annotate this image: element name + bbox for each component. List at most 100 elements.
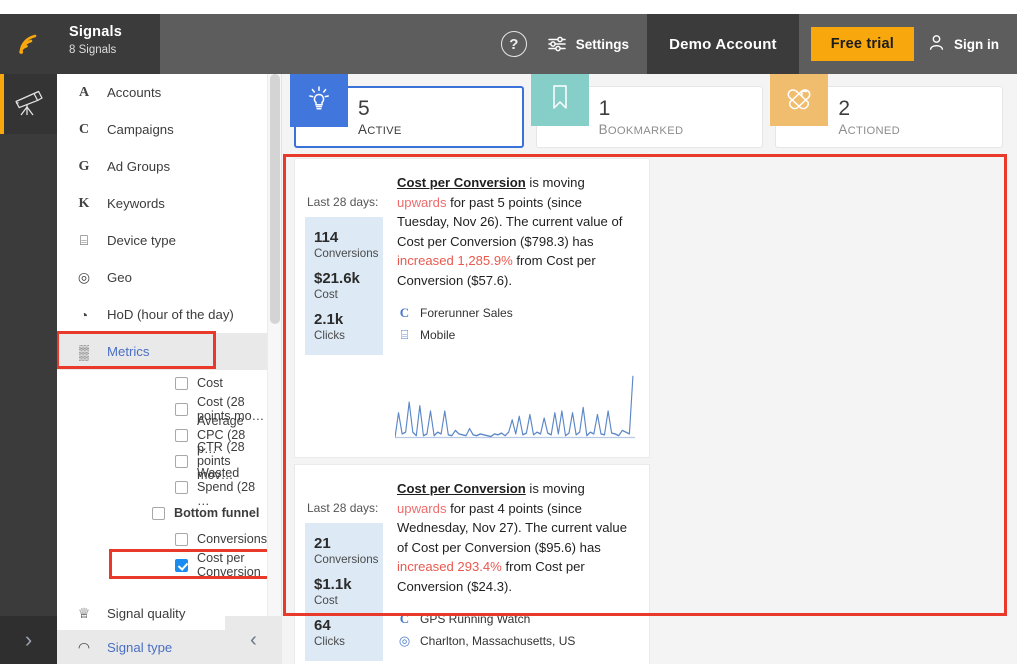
letter-c-icon: C bbox=[399, 610, 410, 626]
settings-label: Settings bbox=[575, 36, 630, 52]
letter-a-icon: A bbox=[78, 84, 90, 100]
sidebar-item-hod-hour-of-the-day[interactable]: ◔ HoD (hour of the day) bbox=[57, 296, 267, 333]
lightbulb-icon bbox=[290, 74, 348, 127]
checkbox-icon[interactable] bbox=[175, 428, 188, 442]
bar-chart-icon: ▒ bbox=[79, 343, 89, 360]
account-button[interactable]: Demo Account bbox=[647, 14, 799, 74]
sidebar-item-label: Accounts bbox=[107, 85, 162, 100]
signal-tag-label: Forerunner Sales bbox=[420, 305, 513, 320]
header-spacer bbox=[160, 14, 487, 74]
signal-tag-label: Charlton, Massachusetts, US bbox=[420, 633, 576, 648]
metric-name: Clicks bbox=[314, 635, 345, 648]
person-icon bbox=[928, 34, 945, 54]
sidebar-scrollbar[interactable] bbox=[267, 74, 281, 616]
checkbox-icon[interactable] bbox=[175, 532, 188, 546]
signal-tag[interactable]: ◎ Charlton, Massachusetts, US bbox=[397, 633, 637, 649]
rail-item-telescope[interactable] bbox=[0, 74, 57, 134]
metric-value: 21 bbox=[314, 535, 331, 552]
sidebar-collapse-button[interactable]: ‹ bbox=[225, 616, 282, 664]
checkbox-checked-icon[interactable] bbox=[175, 558, 188, 572]
sidebar-scrollbar-thumb[interactable] bbox=[270, 74, 280, 324]
free-trial-wrap: Free trial bbox=[799, 14, 926, 74]
stat-card-bookmarked[interactable]: 1 BOOKMARKED bbox=[530, 74, 764, 148]
sidebar-item-metrics[interactable]: ▒ Metrics bbox=[57, 331, 267, 370]
metrics-box: 114 Conversions $21.6k Cost 2.1k Clicks bbox=[305, 217, 383, 355]
signals-title-block[interactable]: Signals 8 Signals bbox=[57, 14, 160, 74]
stat-card-actioned[interactable]: 2 ACTIONED bbox=[770, 74, 1004, 148]
checkbox-icon[interactable] bbox=[175, 402, 188, 416]
metric-checkbox-cost[interactable]: Cost bbox=[57, 370, 267, 396]
signal-card-tags: C Forerunner Sales ⌸ Mobile bbox=[397, 305, 637, 343]
sidebar-item-keywords[interactable]: K Keywords bbox=[57, 185, 267, 222]
trend-word: upwards bbox=[397, 194, 447, 210]
icon-rail: › bbox=[0, 74, 57, 664]
sidebar-item-geo[interactable]: ◎ Geo bbox=[57, 259, 267, 296]
period-label: Last 28 days: bbox=[307, 501, 379, 515]
sidebar-item-accounts[interactable]: A Accounts bbox=[57, 74, 267, 111]
sidebar-item-label: Ad Groups bbox=[107, 159, 171, 174]
letter-c-icon: C bbox=[399, 304, 410, 320]
metric-name: Conversions bbox=[314, 247, 379, 260]
metric-value: $21.6k bbox=[314, 270, 360, 287]
help-button[interactable]: ? bbox=[487, 14, 541, 74]
metric-value: 114 bbox=[314, 229, 339, 246]
checkbox-icon[interactable] bbox=[175, 454, 188, 468]
linked-arrows-icon bbox=[770, 74, 829, 126]
stat-count: 1 bbox=[598, 96, 611, 120]
sidebar-item-label: Keywords bbox=[107, 196, 165, 211]
stat-card-text: 2 ACTIONED bbox=[838, 98, 900, 137]
metric-name: Clicks bbox=[314, 329, 345, 342]
metric-checkbox-bottom-funnel[interactable]: Bottom funnel bbox=[57, 500, 267, 526]
sidebar-item-device-type[interactable]: ⌸ Device type bbox=[57, 222, 267, 259]
checkbox-icon[interactable] bbox=[152, 506, 165, 520]
checkbox-icon[interactable] bbox=[175, 480, 188, 494]
signin-button[interactable]: Sign in bbox=[926, 14, 1017, 74]
metrics-box: 21 Conversions $1.1k Cost 64 Clicks bbox=[305, 523, 383, 661]
signal-tag[interactable]: C GPS Running Watch bbox=[397, 611, 637, 627]
monitor-icon: ⌸ bbox=[79, 232, 89, 248]
narrative-text: is moving bbox=[525, 175, 585, 190]
metric-link[interactable]: Cost per Conversion bbox=[397, 481, 526, 496]
rail-expand-button[interactable]: › bbox=[0, 616, 57, 664]
sidebar-item-label: Signal quality bbox=[107, 605, 186, 621]
stat-card-text: 5 ACTIVE bbox=[358, 98, 402, 137]
metric-checkbox-wasted-spend-28[interactable]: Wasted Spend (28 … bbox=[57, 466, 267, 508]
stat-card-active[interactable]: 5 ACTIVE bbox=[290, 74, 524, 148]
checkbox-icon[interactable] bbox=[175, 376, 188, 390]
metrics-checkbox-tree: Cost Cost (28 points mo… Average CPC (28 p… bbox=[57, 370, 267, 579]
sidebar-item-label: Campaigns bbox=[107, 122, 174, 137]
sparkline-chart bbox=[394, 367, 635, 445]
signal-card[interactable]: Last 28 days: 21 Conversions $1.1k Cost 64 Cli… bbox=[294, 464, 650, 664]
sidebar-item-label: Signal type bbox=[107, 639, 173, 655]
app-logo[interactable] bbox=[0, 14, 57, 74]
metric-label: Cost bbox=[197, 376, 223, 390]
settings-button[interactable]: Settings bbox=[541, 14, 647, 74]
signal-status-cards: 5 ACTIVE 1 BOOKMARKED 2 ACTIONED bbox=[282, 74, 1017, 158]
sidebar: A Accounts C Campaigns G Ad Groups K Keywords ⌸ D… bbox=[57, 74, 282, 664]
app-header: Signals 8 Signals ? Settings Demo Accoun… bbox=[0, 14, 1017, 74]
metric-label: Cost per Conversion bbox=[197, 551, 261, 579]
metric-value: 64 bbox=[314, 617, 331, 634]
stat-label: ACTIVE bbox=[358, 121, 402, 137]
signal-narrative: Cost per Conversion is moving upwards fo… bbox=[397, 173, 637, 291]
top-strip-left bbox=[0, 0, 57, 14]
signal-tag-label: GPS Running Watch bbox=[420, 611, 531, 626]
sidebar-item-campaigns[interactable]: C Campaigns bbox=[57, 111, 267, 148]
metric-checkbox-conversions[interactable]: Conversions bbox=[57, 526, 267, 552]
metric-value: $1.1k bbox=[314, 576, 352, 593]
help-icon: ? bbox=[500, 31, 527, 57]
signal-tag[interactable]: C Forerunner Sales bbox=[397, 305, 637, 321]
metric-label: Bottom funnel bbox=[174, 506, 260, 520]
sidebar-item-label: Device type bbox=[107, 233, 176, 248]
stat-label: BOOKMARKED bbox=[598, 121, 684, 137]
free-trial-button[interactable]: Free trial bbox=[810, 27, 914, 61]
signal-card-tags: C GPS Running Watch ◎ Charlton, Massachuset… bbox=[397, 611, 637, 649]
letter-c-icon: C bbox=[78, 121, 90, 137]
metric-link[interactable]: Cost per Conversion bbox=[397, 175, 526, 190]
signal-card-metrics-column: Last 28 days: 114 Conversions $21.6k Cost 2.1… bbox=[305, 173, 383, 447]
sidebar-item-ad-groups[interactable]: G Ad Groups bbox=[57, 148, 267, 185]
signal-tag[interactable]: ⌸ Mobile bbox=[397, 327, 637, 343]
rss-signal-icon bbox=[16, 31, 42, 57]
signal-card[interactable]: Last 28 days: 114 Conversions $21.6k Cost 2.1… bbox=[294, 158, 650, 458]
metric-checkbox-cost-per-conversion[interactable]: Cost per Conversion bbox=[57, 549, 267, 579]
